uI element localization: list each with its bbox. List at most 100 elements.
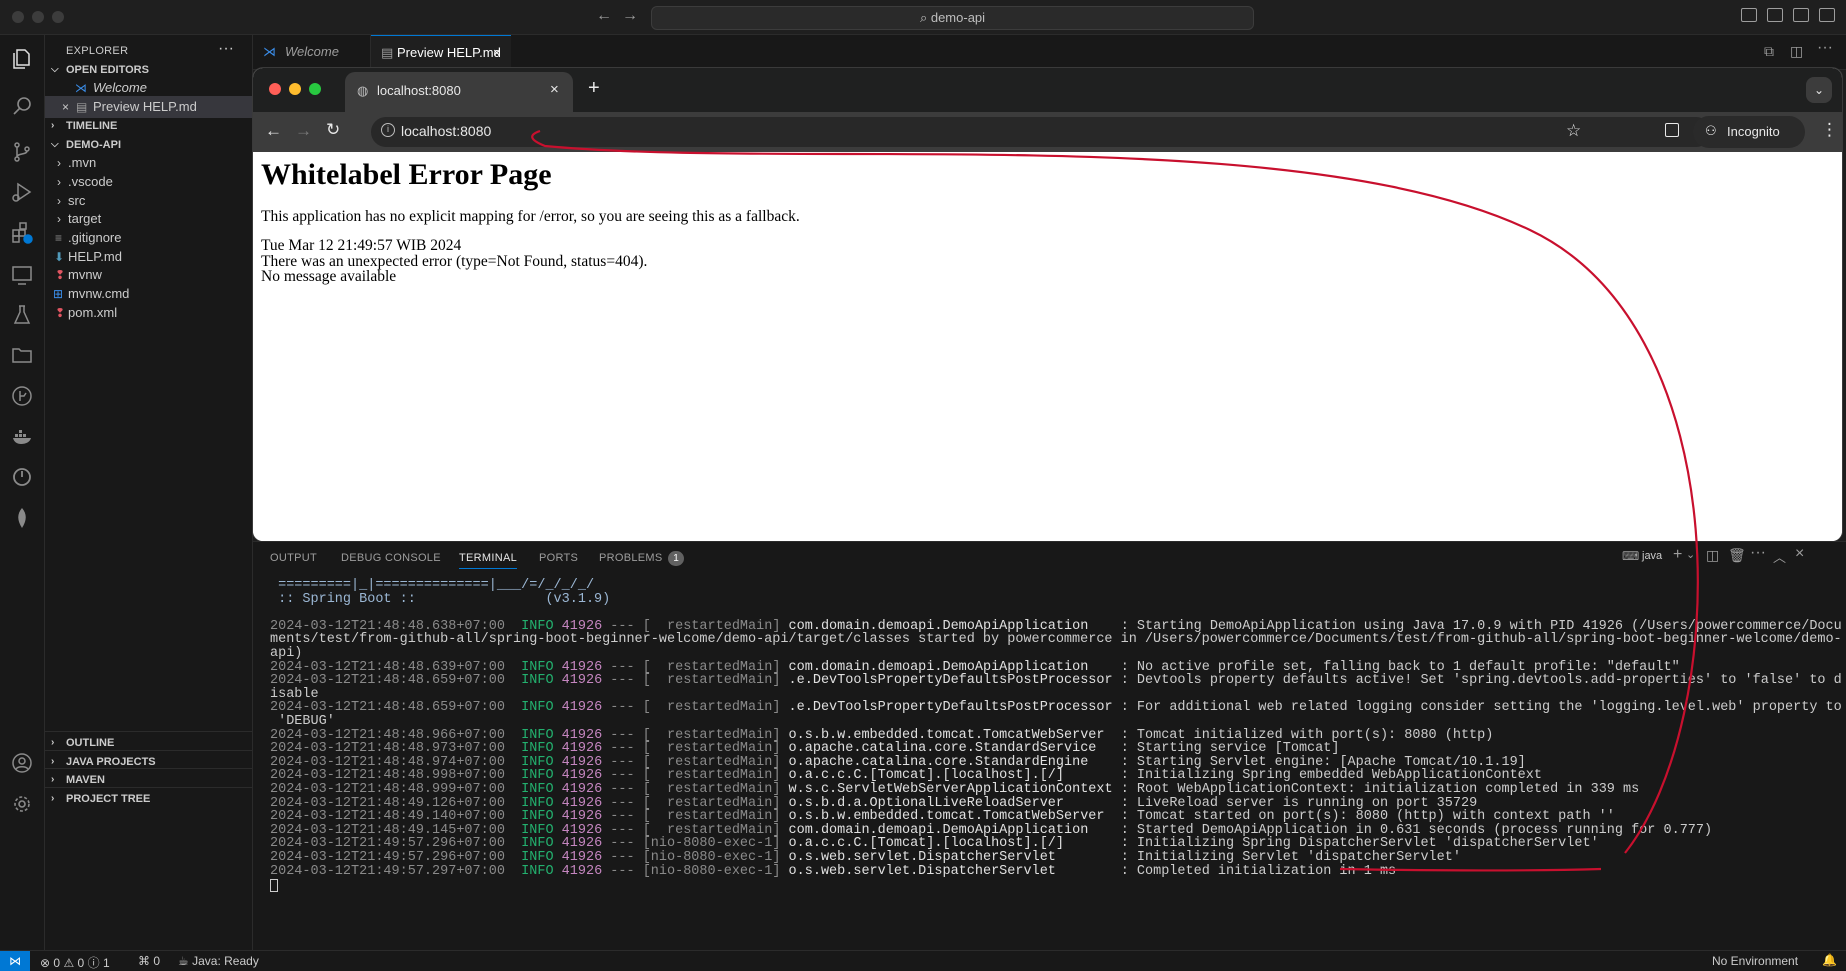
tab-terminal[interactable]: TERMINAL [459,552,518,569]
close-window-button[interactable] [269,83,281,95]
new-terminal-icon[interactable]: + [1673,546,1682,564]
url-text: localhost:8080 [401,123,492,139]
notifications-bell-icon[interactable]: 🔔 [1822,953,1837,967]
maximize-window-button[interactable] [52,11,64,23]
environment-status[interactable]: No Environment [1712,954,1798,968]
warning-count: 0 [77,956,85,970]
minimize-window-button[interactable] [32,11,44,23]
terminal-line: :: Spring Boot :: (v3.1.9) [270,592,611,607]
split-editor-icon[interactable]: ◫ [1790,43,1803,60]
tab-output[interactable]: OUTPUT [270,552,317,564]
chevron-down-icon[interactable]: ⌄ [1686,548,1695,561]
bottom-panel: OUTPUT DEBUG CONSOLE TERMINAL PORTS PROB… [253,541,1846,951]
site-info-icon[interactable]: i [381,123,395,137]
folder-icon[interactable] [0,335,44,375]
terminal-line: 2024-03-12T21:49:57.297+07:00 INFO 41926… [270,864,1397,879]
shell-label[interactable]: java [1642,550,1662,562]
toggle-secondary-sidebar-icon[interactable] [1793,8,1809,22]
incognito-icon: ⚇ [1705,123,1717,138]
open-to-side-icon[interactable]: ⧉ [1764,43,1774,60]
forward-arrow-icon[interactable]: → [295,121,312,141]
status-bar: ⋈ ⊗ 0 ⚠ 0 ⓘ 1 ⌘ 0 ☕ Java: Ready No Envir… [0,950,1846,971]
side-panel-icon[interactable] [1665,123,1679,137]
tab-ports[interactable]: PORTS [539,552,578,564]
tab-debug-console[interactable]: DEBUG CONSOLE [341,552,441,564]
tree-file-pom[interactable]: ❢ pom.xml [45,302,252,324]
chevron-right-icon: › [51,793,55,804]
git-graph-icon[interactable] [0,376,44,416]
browser-tab-title: localhost:8080 [377,83,461,98]
address-bar[interactable]: i localhost:8080 ☆ [371,117,1711,147]
sidebar-title: EXPLORER [66,45,129,57]
reload-icon[interactable]: ↻ [326,120,340,140]
close-tab-icon[interactable]: × [550,81,559,98]
tab-welcome[interactable]: ⋊ Welcome [253,35,371,69]
command-center-search[interactable]: ⌕ demo-api [651,6,1254,30]
error-count: 0 [53,956,61,970]
ports-count: 0 [153,954,161,968]
terminal-line: ments/test/from-github-all/spring-boot-b… [270,632,1842,647]
docker-icon[interactable] [0,417,44,457]
remote-icon: ⋈ [9,954,21,968]
run-debug-icon[interactable] [0,172,44,212]
explorer-icon[interactable] [0,39,44,79]
problems-count-badge: 1 [668,551,684,566]
browser-tab[interactable]: ◍ localhost:8080 × [345,72,573,112]
search-icon: ⌕ [919,10,931,25]
back-arrow-icon[interactable]: ← [265,121,282,141]
project-tree-section[interactable]: › PROJECT TREE [45,787,252,810]
close-panel-icon[interactable]: × [1795,545,1804,563]
new-tab-icon[interactable]: + [588,77,600,100]
section-label: PROJECT TREE [66,793,151,805]
maximize-window-button[interactable] [309,83,321,95]
source-control-icon[interactable] [0,132,44,172]
customize-layout-icon[interactable] [1819,8,1835,22]
spring-boot-icon[interactable] [0,457,44,497]
leaf-icon[interactable] [0,498,44,538]
bookmark-star-icon[interactable]: ☆ [1566,121,1581,141]
browser-toolbar: ← → ↻ i localhost:8080 ☆ ⚇ Incognito ⋮ [253,112,1842,152]
back-arrow-icon[interactable]: ← [596,7,612,25]
workspace-name: demo-api [930,10,986,25]
testing-icon[interactable] [0,295,44,335]
terminal-output[interactable]: =========|_|==============|___/=/_/_/_/ … [253,578,1846,951]
remote-explorer-icon[interactable] [0,255,44,295]
problems-status[interactable]: ⊗ 0 ⚠ 0 ⓘ 1 [40,954,110,971]
ports-status[interactable]: ⌘ 0 [138,954,160,968]
maven-icon: ❢ [55,306,66,320]
toggle-primary-sidebar-icon[interactable] [1741,8,1757,22]
more-actions-icon[interactable]: ··· [1750,544,1766,562]
search-icon[interactable] [0,86,44,126]
preview-icon: ▤ [381,45,394,60]
incognito-label: Incognito [1727,124,1780,139]
error-message: This application has no explicit mapping… [261,208,800,225]
trash-icon[interactable]: 🗑 [1728,547,1746,564]
remote-indicator[interactable]: ⋈ [0,951,30,971]
tab-label: Preview HELP.md [397,45,501,60]
tab-search-icon[interactable]: ⌄ [1806,77,1832,103]
maximize-panel-icon[interactable]: ︿ [1773,547,1786,566]
close-window-button[interactable] [12,11,24,23]
incognito-badge[interactable]: ⚇ Incognito [1693,116,1805,148]
more-actions-icon[interactable]: ··· [218,40,234,58]
tab-problems[interactable]: PROBLEMS [599,552,663,564]
accounts-icon[interactable] [0,743,44,783]
browser-window: ◍ localhost:8080 × + ⌄ ← → ↻ i localhost… [253,68,1842,541]
title-bar: ← → ⌕ demo-api [0,0,1846,35]
coffee-icon: ☕ [178,954,189,968]
terminal-line: 2024-03-12T21:48:48.659+07:00 INFO 41926… [270,700,1842,715]
file-label: pom.xml [68,305,118,320]
java-status[interactable]: ☕ Java: Ready [178,954,259,968]
minimize-window-button[interactable] [289,83,301,95]
tab-preview-help[interactable]: ▤ Preview HELP.md × [371,35,511,70]
error-detail: No message available [261,268,397,285]
close-icon[interactable]: × [493,36,501,70]
forward-arrow-icon[interactable]: → [622,7,638,25]
toggle-panel-icon[interactable] [1767,8,1783,22]
web-page: Whitelabel Error Page This application h… [253,152,1842,541]
manage-gear-icon[interactable] [0,784,44,824]
more-actions-icon[interactable]: ··· [1817,39,1833,57]
browser-menu-icon[interactable]: ⋮ [1821,120,1838,140]
split-terminal-icon[interactable]: ◫ [1706,547,1719,564]
extensions-icon[interactable] [0,213,44,253]
